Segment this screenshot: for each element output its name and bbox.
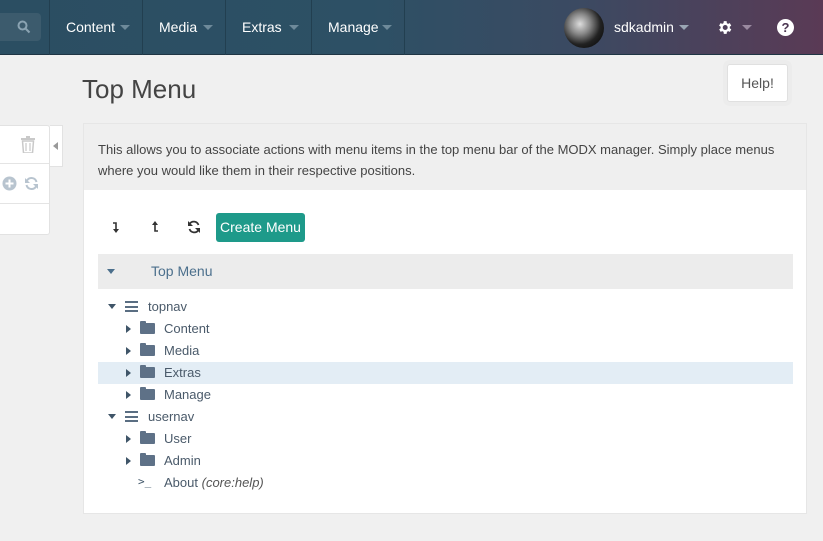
tree-node-label: Content	[164, 321, 210, 336]
chevron-down-icon[interactable]	[742, 25, 752, 30]
nav-content-label: Content	[66, 19, 116, 35]
tree-node-about[interactable]: >_ About (core:help)	[98, 472, 793, 494]
page-description: This allows you to associate actions wit…	[84, 124, 806, 190]
tree-node-label: About	[164, 475, 198, 490]
folder-icon	[140, 343, 155, 356]
tree-node-topnav[interactable]: topnav	[98, 296, 793, 318]
top-menu-panel: This allows you to associate actions wit…	[83, 123, 807, 514]
chevron-down-icon	[382, 25, 392, 30]
left-tree-panel	[0, 125, 50, 235]
refresh-icon[interactable]	[24, 176, 39, 191]
chevron-down-icon	[203, 25, 213, 30]
folder-icon	[140, 387, 155, 400]
chevron-right-icon[interactable]	[126, 347, 131, 355]
tree-node-label: Extras	[164, 365, 201, 380]
tree-root[interactable]: Top Menu	[98, 254, 793, 289]
chevron-down-icon[interactable]	[108, 304, 116, 309]
chevron-right-icon[interactable]	[126, 325, 131, 333]
nav-extras-label: Extras	[242, 19, 282, 35]
chevron-right-icon[interactable]	[126, 369, 131, 377]
help-icon[interactable]: ?	[777, 19, 794, 36]
nav-media-label: Media	[159, 19, 198, 35]
tree-node-label: topnav	[148, 299, 188, 314]
tree-node-content[interactable]: Content	[98, 318, 793, 340]
menu-lines-icon	[125, 301, 138, 312]
chevron-down-icon	[289, 25, 299, 30]
create-menu-button[interactable]: Create Menu	[216, 213, 305, 242]
folder-icon	[140, 453, 155, 466]
tree-node-extras[interactable]: Extras	[98, 362, 793, 384]
search-icon	[17, 20, 31, 34]
tree-node-label: Admin	[164, 453, 201, 468]
nav-content[interactable]: Content	[49, 0, 142, 55]
arrow-up-icon	[152, 221, 158, 232]
chevron-down-icon[interactable]	[679, 25, 689, 30]
tree-node-admin[interactable]: Admin	[98, 450, 793, 472]
refresh-button[interactable]	[179, 213, 209, 241]
tree-node-action-key: (core:help)	[201, 475, 264, 490]
chevron-down-icon	[120, 25, 130, 30]
tree-node-label: User	[164, 431, 192, 446]
tree-node-label: Media	[164, 343, 200, 358]
help-button[interactable]: Help!	[727, 64, 788, 102]
nav-media[interactable]: Media	[142, 0, 225, 55]
top-navigation-bar: Content Media Extras Manage sdkadmin ?	[0, 0, 823, 55]
chevron-left-icon	[53, 142, 58, 150]
chevron-down-icon[interactable]	[108, 414, 116, 419]
expand-all-button[interactable]	[101, 213, 131, 241]
collapse-sidebar-button[interactable]	[50, 125, 63, 167]
tree-root-label: Top Menu	[151, 263, 213, 279]
arrow-down-icon	[113, 222, 119, 233]
tree-node-usernav[interactable]: usernav	[98, 406, 793, 428]
folder-icon	[140, 431, 155, 444]
folder-icon	[140, 321, 155, 334]
terminal-icon: >_	[138, 475, 152, 488]
page-title: Top Menu	[82, 74, 197, 104]
username[interactable]: sdkadmin	[614, 0, 674, 55]
add-circle-icon[interactable]	[2, 176, 17, 191]
tree-node-label: Manage	[164, 387, 211, 402]
trash-icon[interactable]	[21, 136, 35, 153]
chevron-right-icon[interactable]	[126, 435, 131, 443]
tree-node-label: usernav	[148, 409, 195, 424]
chevron-right-icon[interactable]	[126, 457, 131, 465]
chevron-right-icon[interactable]	[126, 391, 131, 399]
menu-lines-icon	[125, 411, 138, 422]
folder-icon	[140, 365, 155, 378]
chevron-down-icon[interactable]	[107, 269, 115, 274]
tree-node-user[interactable]: User	[98, 428, 793, 450]
nav-manage[interactable]: Manage	[311, 0, 405, 55]
search-button[interactable]	[0, 0, 49, 55]
tree-node-manage[interactable]: Manage	[98, 384, 793, 406]
nav-extras[interactable]: Extras	[225, 0, 311, 55]
refresh-icon	[188, 220, 200, 234]
nav-manage-label: Manage	[328, 19, 379, 35]
tree-node-media[interactable]: Media	[98, 340, 793, 362]
gear-icon[interactable]	[716, 19, 733, 36]
collapse-all-button[interactable]	[140, 213, 170, 241]
avatar[interactable]	[564, 8, 604, 48]
